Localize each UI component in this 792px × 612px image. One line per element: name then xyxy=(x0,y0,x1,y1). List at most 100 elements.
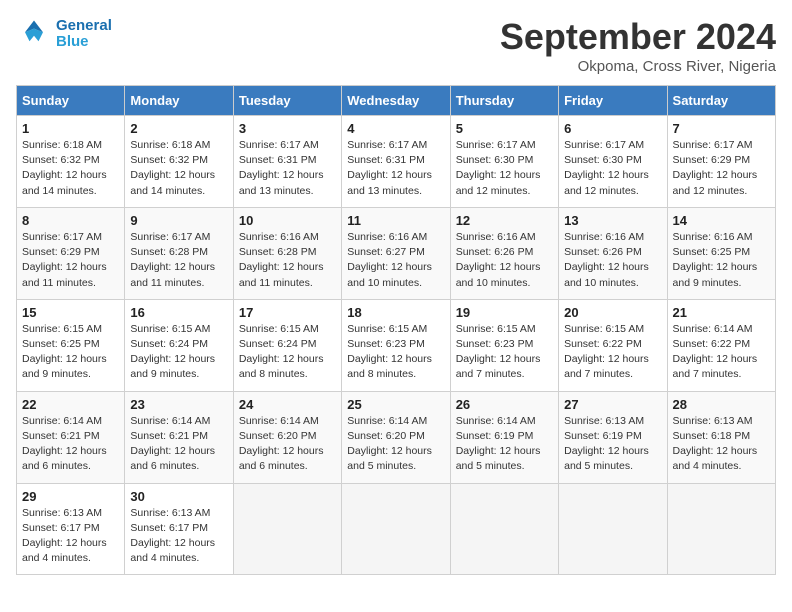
calendar-cell: 6 Sunrise: 6:17 AMSunset: 6:30 PMDaylight… xyxy=(559,116,667,208)
calendar-cell: 7 Sunrise: 6:17 AMSunset: 6:29 PMDaylight… xyxy=(667,116,775,208)
day-info: Sunrise: 6:14 AMSunset: 6:21 PMDaylight:… xyxy=(22,414,119,475)
day-info: Sunrise: 6:17 AMSunset: 6:30 PMDaylight:… xyxy=(564,138,661,199)
calendar-cell: 21Sunrise: 6:14 AMSunset: 6:22 PMDayligh… xyxy=(667,299,775,391)
day-info: Sunrise: 6:13 AMSunset: 6:17 PMDaylight:… xyxy=(130,506,227,567)
calendar-cell: 2 Sunrise: 6:18 AMSunset: 6:32 PMDaylight… xyxy=(125,116,233,208)
calendar-cell: 10Sunrise: 6:16 AMSunset: 6:28 PMDayligh… xyxy=(233,207,341,299)
calendar-cell: 4 Sunrise: 6:17 AMSunset: 6:31 PMDaylight… xyxy=(342,116,450,208)
day-info: Sunrise: 6:17 AMSunset: 6:29 PMDaylight:… xyxy=(22,230,119,291)
calendar-week-row: 22 Sunrise: 6:14 AMSunset: 6:21 PMDayligh… xyxy=(17,391,776,483)
calendar-day-header: Sunday xyxy=(17,86,125,116)
calendar-day-header: Saturday xyxy=(667,86,775,116)
calendar-cell: 24 Sunrise: 6:14 AMSunset: 6:20 PMDayligh… xyxy=(233,391,341,483)
day-info: Sunrise: 6:18 AMSunset: 6:32 PMDaylight:… xyxy=(22,138,119,199)
day-info: Sunrise: 6:17 AMSunset: 6:30 PMDaylight:… xyxy=(456,138,553,199)
day-number: 23 xyxy=(130,397,227,412)
day-info: Sunrise: 6:16 AMSunset: 6:25 PMDaylight:… xyxy=(673,230,770,291)
calendar-cell: 9 Sunrise: 6:17 AMSunset: 6:28 PMDaylight… xyxy=(125,207,233,299)
day-info: Sunrise: 6:16 AMSunset: 6:26 PMDaylight:… xyxy=(456,230,553,291)
logo-line2: Blue xyxy=(56,33,89,50)
day-info: Sunrise: 6:14 AMSunset: 6:20 PMDaylight:… xyxy=(347,414,444,475)
main-title: September 2024 xyxy=(500,16,776,58)
day-info: Sunrise: 6:13 AMSunset: 6:19 PMDaylight:… xyxy=(564,414,661,475)
day-info: Sunrise: 6:15 AMSunset: 6:25 PMDaylight:… xyxy=(22,322,119,383)
day-info: Sunrise: 6:14 AMSunset: 6:19 PMDaylight:… xyxy=(456,414,553,475)
day-number: 2 xyxy=(130,121,227,136)
logo-text: General Blue xyxy=(56,18,112,51)
day-number: 11 xyxy=(347,213,444,228)
calendar-cell xyxy=(450,483,558,575)
day-number: 6 xyxy=(564,121,661,136)
day-info: Sunrise: 6:16 AMSunset: 6:26 PMDaylight:… xyxy=(564,230,661,291)
calendar-cell: 23 Sunrise: 6:14 AMSunset: 6:21 PMDayligh… xyxy=(125,391,233,483)
calendar-week-row: 15 Sunrise: 6:15 AMSunset: 6:25 PMDayligh… xyxy=(17,299,776,391)
day-info: Sunrise: 6:14 AMSunset: 6:22 PMDaylight:… xyxy=(673,322,770,383)
calendar-cell: 25 Sunrise: 6:14 AMSunset: 6:20 PMDayligh… xyxy=(342,391,450,483)
day-number: 8 xyxy=(22,213,119,228)
day-info: Sunrise: 6:15 AMSunset: 6:24 PMDaylight:… xyxy=(130,322,227,383)
day-number: 24 xyxy=(239,397,336,412)
day-number: 5 xyxy=(456,121,553,136)
calendar-table: SundayMondayTuesdayWednesdayThursdayFrid… xyxy=(16,85,776,575)
calendar-cell: 16 Sunrise: 6:15 AMSunset: 6:24 PMDayligh… xyxy=(125,299,233,391)
day-info: Sunrise: 6:17 AMSunset: 6:31 PMDaylight:… xyxy=(347,138,444,199)
day-number: 28 xyxy=(673,397,770,412)
calendar-week-row: 1 Sunrise: 6:18 AMSunset: 6:32 PMDaylight… xyxy=(17,116,776,208)
day-info: Sunrise: 6:14 AMSunset: 6:21 PMDaylight:… xyxy=(130,414,227,475)
calendar-cell: 22 Sunrise: 6:14 AMSunset: 6:21 PMDayligh… xyxy=(17,391,125,483)
day-number: 9 xyxy=(130,213,227,228)
day-number: 15 xyxy=(22,305,119,320)
calendar-cell: 17Sunrise: 6:15 AMSunset: 6:24 PMDayligh… xyxy=(233,299,341,391)
day-number: 1 xyxy=(22,121,119,136)
day-number: 25 xyxy=(347,397,444,412)
day-info: Sunrise: 6:14 AMSunset: 6:20 PMDaylight:… xyxy=(239,414,336,475)
day-info: Sunrise: 6:15 AMSunset: 6:23 PMDaylight:… xyxy=(456,322,553,383)
page-header: General Blue September 2024 Okpoma, Cros… xyxy=(16,16,776,75)
calendar-cell: 13 Sunrise: 6:16 AMSunset: 6:26 PMDayligh… xyxy=(559,207,667,299)
day-number: 16 xyxy=(130,305,227,320)
day-number: 13 xyxy=(564,213,661,228)
calendar-cell: 27 Sunrise: 6:13 AMSunset: 6:19 PMDayligh… xyxy=(559,391,667,483)
day-number: 4 xyxy=(347,121,444,136)
calendar-day-header: Tuesday xyxy=(233,86,341,116)
day-number: 12 xyxy=(456,213,553,228)
calendar-cell: 14 Sunrise: 6:16 AMSunset: 6:25 PMDayligh… xyxy=(667,207,775,299)
day-info: Sunrise: 6:16 AMSunset: 6:27 PMDaylight:… xyxy=(347,230,444,291)
day-info: Sunrise: 6:18 AMSunset: 6:32 PMDaylight:… xyxy=(130,138,227,199)
calendar-cell: 1 Sunrise: 6:18 AMSunset: 6:32 PMDaylight… xyxy=(17,116,125,208)
calendar-cell: 20Sunrise: 6:15 AMSunset: 6:22 PMDayligh… xyxy=(559,299,667,391)
calendar-cell: 29 Sunrise: 6:13 AMSunset: 6:17 PMDayligh… xyxy=(17,483,125,575)
calendar-cell: 11 Sunrise: 6:16 AMSunset: 6:27 PMDayligh… xyxy=(342,207,450,299)
calendar-cell: 28 Sunrise: 6:13 AMSunset: 6:18 PMDayligh… xyxy=(667,391,775,483)
calendar-cell xyxy=(667,483,775,575)
day-number: 26 xyxy=(456,397,553,412)
day-number: 22 xyxy=(22,397,119,412)
day-number: 20 xyxy=(564,305,661,320)
logo-icon xyxy=(16,16,52,52)
calendar-cell: 8 Sunrise: 6:17 AMSunset: 6:29 PMDaylight… xyxy=(17,207,125,299)
day-number: 19 xyxy=(456,305,553,320)
calendar-cell: 26 Sunrise: 6:14 AMSunset: 6:19 PMDayligh… xyxy=(450,391,558,483)
title-block: September 2024 Okpoma, Cross River, Nige… xyxy=(500,16,776,75)
calendar-day-header: Wednesday xyxy=(342,86,450,116)
calendar-cell xyxy=(559,483,667,575)
calendar-cell: 3Sunrise: 6:17 AMSunset: 6:31 PMDaylight… xyxy=(233,116,341,208)
day-info: Sunrise: 6:13 AMSunset: 6:18 PMDaylight:… xyxy=(673,414,770,475)
day-number: 14 xyxy=(673,213,770,228)
day-info: Sunrise: 6:13 AMSunset: 6:17 PMDaylight:… xyxy=(22,506,119,567)
day-info: Sunrise: 6:15 AMSunset: 6:23 PMDaylight:… xyxy=(347,322,444,383)
calendar-cell: 12 Sunrise: 6:16 AMSunset: 6:26 PMDayligh… xyxy=(450,207,558,299)
calendar-cell: 19 Sunrise: 6:15 AMSunset: 6:23 PMDayligh… xyxy=(450,299,558,391)
calendar-day-header: Friday xyxy=(559,86,667,116)
calendar-week-row: 29 Sunrise: 6:13 AMSunset: 6:17 PMDayligh… xyxy=(17,483,776,575)
calendar-cell xyxy=(342,483,450,575)
day-info: Sunrise: 6:17 AMSunset: 6:28 PMDaylight:… xyxy=(130,230,227,291)
calendar-header: SundayMondayTuesdayWednesdayThursdayFrid… xyxy=(17,86,776,116)
day-number: 27 xyxy=(564,397,661,412)
day-number: 10 xyxy=(239,213,336,228)
calendar-day-header: Thursday xyxy=(450,86,558,116)
day-info: Sunrise: 6:17 AMSunset: 6:29 PMDaylight:… xyxy=(673,138,770,199)
calendar-cell: 30Sunrise: 6:13 AMSunset: 6:17 PMDayligh… xyxy=(125,483,233,575)
day-number: 29 xyxy=(22,489,119,504)
day-number: 7 xyxy=(673,121,770,136)
